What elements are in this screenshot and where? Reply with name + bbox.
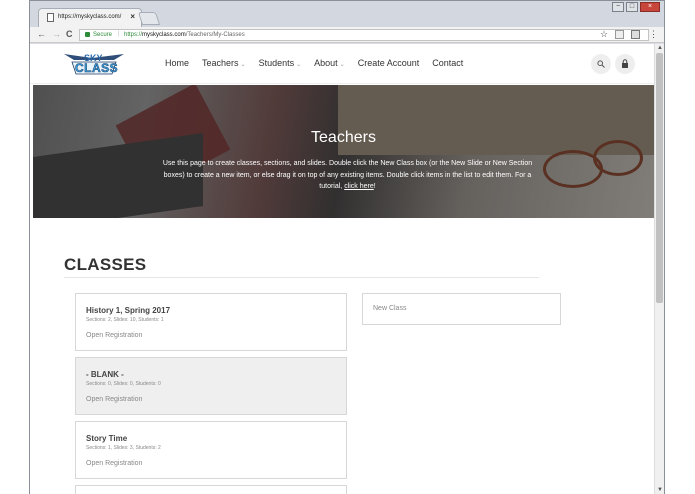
reload-button[interactable]: C (66, 29, 73, 39)
class-title: History 1, Spring 2017 (86, 306, 171, 315)
chevron-down-icon: ⌄ (296, 62, 302, 68)
class-card[interactable]: - BLANK - Sections: 0, Slides: 0, Studen… (75, 357, 347, 415)
lock-icon (622, 59, 628, 68)
nav-create-account-label: Create Account (357, 58, 420, 68)
nav-students-label: Students (258, 58, 295, 68)
tab-title: https://myskyclass.com/ (58, 14, 122, 20)
forward-button[interactable]: → (52, 29, 61, 39)
secure-label: Secure (93, 32, 113, 38)
close-window-button[interactable]: × (640, 2, 660, 12)
search-icon (597, 60, 605, 68)
back-button[interactable]: ← (37, 29, 46, 39)
scroll-up-icon[interactable]: ▲ (657, 45, 663, 51)
chevron-down-icon: ⌄ (339, 62, 345, 68)
classes-heading: CLASSES (64, 255, 147, 274)
address-bar[interactable]: Secure | https://myskyclass.com/Teachers… (79, 29, 649, 41)
login-button[interactable] (615, 54, 635, 74)
nav-about[interactable]: About ⌄ (314, 58, 345, 68)
main-nav: Home Teachers ⌄ Students ⌄ About ⌄ Create A… (165, 58, 476, 68)
lock-icon (85, 32, 90, 37)
open-registration-link[interactable]: Open Registration (86, 460, 142, 467)
class-card[interactable]: Story Time Sections: 1, Slides: 3, Stude… (75, 421, 347, 479)
nav-teachers-label: Teachers (202, 58, 239, 68)
nav-students[interactable]: Students ⌄ (259, 58, 302, 68)
tab-strip: https://myskyclass.com/ × − □ × (30, 1, 664, 27)
new-class-label: New Class (373, 305, 407, 312)
class-meta: Sections: 0, Slides: 0, Students: 0 (86, 381, 161, 387)
nav-home[interactable]: Home (165, 58, 189, 68)
scroll-down-icon[interactable]: ▼ (657, 487, 663, 493)
tab-close-icon[interactable]: × (130, 12, 135, 21)
url-path: /Teachers/My-Classes (185, 32, 245, 38)
browser-menu-icon[interactable]: ⋮ (649, 29, 658, 40)
vertical-scrollbar[interactable]: ▲ ▼ (654, 44, 664, 494)
hero-overlay (33, 85, 654, 218)
page-viewport: SKY CLASS Home Teachers ⌄ Students ⌄ About… (30, 44, 654, 494)
nav-home-label: Home (165, 58, 190, 68)
url-scheme: https:// (124, 32, 143, 38)
bookmark-star-icon[interactable]: ☆ (600, 29, 608, 40)
chevron-down-icon: ⌄ (240, 62, 246, 68)
nav-create-account[interactable]: Create Account (358, 58, 420, 68)
window-controls: − □ × (612, 2, 660, 12)
nav-contact[interactable]: Contact (432, 58, 463, 68)
nav-contact-label: Contact (432, 58, 464, 68)
hero-description: Use this page to create classes, section… (160, 158, 535, 193)
class-meta: Sections: 1, Slides: 3, Students: 2 (86, 445, 161, 451)
minimize-button[interactable]: − (612, 2, 624, 12)
maximize-button[interactable]: □ (626, 2, 638, 12)
site-logo[interactable]: SKY CLASS (62, 50, 126, 76)
class-title: Story Time (86, 434, 128, 443)
browser-tab[interactable]: https://myskyclass.com/ × (38, 8, 142, 27)
hero-banner: Teachers Use this page to create classes… (33, 85, 654, 218)
open-registration-link[interactable]: Open Registration (86, 396, 142, 403)
url-host: myskyclass.com (142, 32, 186, 38)
nav-teachers[interactable]: Teachers ⌄ (202, 58, 246, 68)
search-button[interactable] (591, 54, 611, 74)
extension-icon[interactable] (615, 30, 624, 39)
tutorial-link[interactable]: click here (344, 183, 374, 190)
divider (64, 277, 539, 278)
class-meta: Sections: 2, Slides: 10, Students: 1 (86, 317, 164, 323)
url-text: https://myskyclass.com/Teachers/My-Class… (124, 32, 245, 38)
browser-window: https://myskyclass.com/ × − □ × ← → C Se… (29, 0, 665, 494)
nav-about-label: About (314, 58, 338, 68)
site-header: SKY CLASS Home Teachers ⌄ Students ⌄ About… (30, 44, 654, 84)
separator: | (118, 31, 120, 37)
class-card[interactable] (75, 485, 347, 494)
hero-text-end: ! (373, 183, 376, 190)
page-icon (47, 13, 54, 22)
page-title: Teachers (311, 129, 376, 146)
logo-class-text: CLASS (75, 61, 119, 76)
browser-toolbar: ← → C Secure | https://myskyclass.com/Te… (30, 27, 664, 43)
new-class-box[interactable]: New Class (362, 293, 561, 325)
scroll-thumb[interactable] (656, 53, 663, 303)
class-card[interactable]: History 1, Spring 2017 Sections: 2, Slid… (75, 293, 347, 351)
extension-icon[interactable] (631, 30, 640, 39)
class-title: - BLANK - (86, 370, 124, 379)
open-registration-link[interactable]: Open Registration (86, 332, 142, 339)
new-tab-button[interactable] (137, 12, 161, 25)
